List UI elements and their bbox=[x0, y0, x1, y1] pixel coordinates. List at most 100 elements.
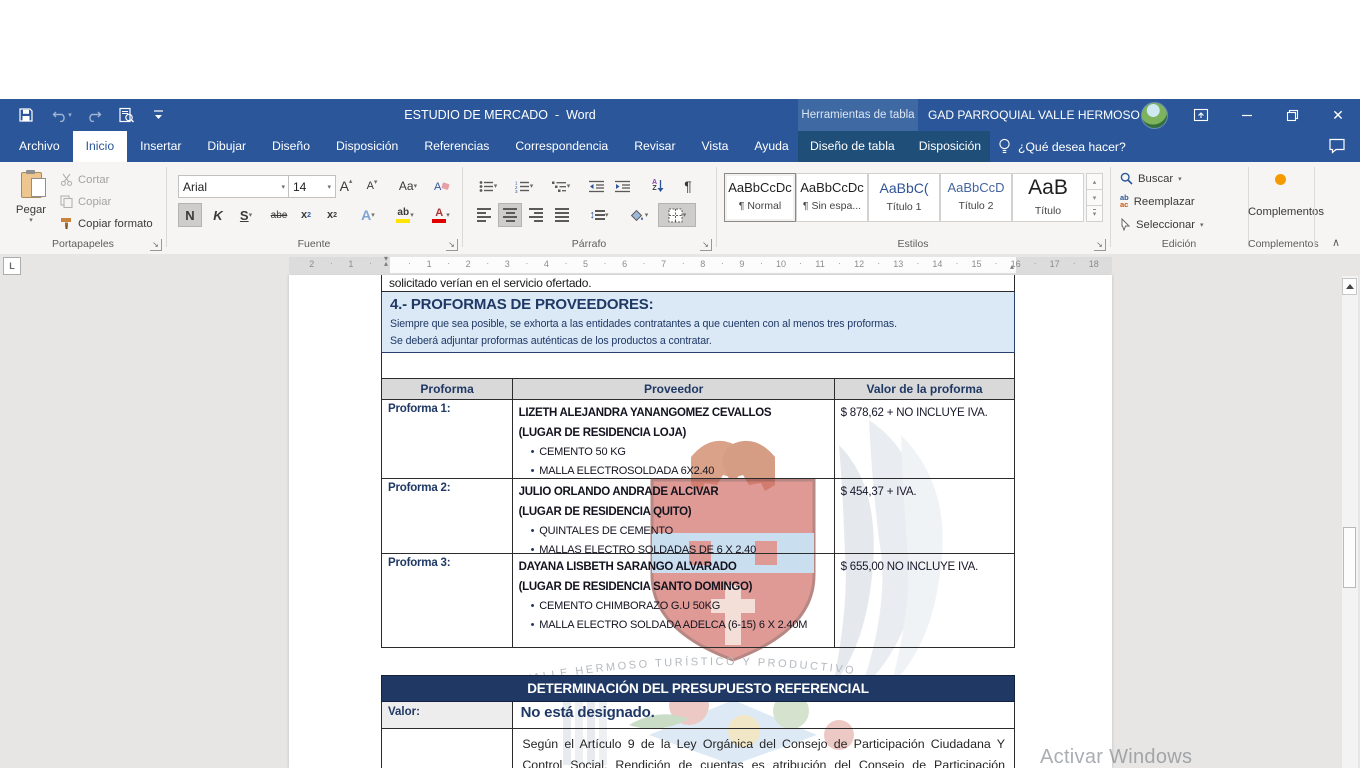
align-center-button[interactable] bbox=[498, 203, 522, 227]
tab-diseno[interactable]: Diseño bbox=[259, 131, 323, 162]
ruler-tick: · bbox=[369, 258, 372, 268]
text-effects-button[interactable]: A▾ bbox=[352, 203, 384, 227]
tab-vista[interactable]: Vista bbox=[689, 131, 742, 162]
restore-button[interactable] bbox=[1277, 103, 1307, 127]
ruler-tick: · bbox=[955, 258, 958, 268]
justify-button[interactable] bbox=[550, 203, 574, 227]
tab-correspondencia[interactable]: Correspondencia bbox=[502, 131, 621, 162]
grow-font-button[interactable]: A▴ bbox=[334, 174, 358, 198]
tab-ayuda[interactable]: Ayuda bbox=[741, 131, 801, 162]
feedback-icon[interactable] bbox=[1328, 137, 1346, 155]
styles-more-button[interactable]: ▾ bbox=[1086, 205, 1103, 222]
redo-button[interactable] bbox=[82, 104, 106, 126]
style-titulo-2[interactable]: AaBbCcDTítulo 2 bbox=[940, 173, 1012, 222]
font-family-combo[interactable]: Arial▾ bbox=[178, 175, 290, 198]
tab-stop-selector[interactable]: L bbox=[3, 257, 21, 275]
font-dialog-launcher[interactable]: ↘ bbox=[446, 239, 458, 251]
group-label-fuente: Fuente bbox=[166, 238, 462, 250]
show-marks-button[interactable]: ¶ bbox=[676, 174, 700, 198]
paste-button[interactable]: Pegar ▾ bbox=[8, 170, 54, 236]
increase-indent-button[interactable] bbox=[610, 174, 634, 198]
row2-item: •QUINTALES DE CEMENTO bbox=[519, 522, 828, 541]
undo-dropdown-icon[interactable]: ▾ bbox=[68, 111, 72, 119]
styles-scroll-up[interactable]: ▴ bbox=[1086, 173, 1103, 190]
save-icon[interactable] bbox=[14, 104, 38, 126]
tab-disposicion-tabla[interactable]: Disposición bbox=[907, 131, 993, 162]
font-color-button[interactable]: A ▾ bbox=[424, 203, 458, 227]
tell-me-box[interactable]: ¿Qué desea hacer? bbox=[998, 131, 1126, 162]
lightbulb-icon bbox=[998, 138, 1011, 155]
styles-dialog-launcher[interactable]: ↘ bbox=[1094, 239, 1106, 251]
close-button[interactable]: ✕ bbox=[1323, 103, 1353, 127]
italic-button[interactable]: K bbox=[206, 203, 230, 227]
align-left-button[interactable] bbox=[472, 203, 496, 227]
addins-button[interactable]: Complementos bbox=[1248, 172, 1312, 218]
paragraph-dialog-launcher[interactable]: ↘ bbox=[700, 239, 712, 251]
tab-disposicion[interactable]: Disposición bbox=[323, 131, 411, 162]
tab-archivo[interactable]: Archivo bbox=[6, 131, 73, 162]
tab-diseno-de-tabla[interactable]: Diseño de tabla bbox=[798, 131, 907, 162]
clear-formatting-button[interactable]: A bbox=[430, 174, 454, 198]
sort-arrow-icon bbox=[657, 180, 664, 192]
style-normal[interactable]: AaBbCcDc¶ Normal bbox=[724, 173, 796, 222]
paste-dropdown-icon[interactable]: ▾ bbox=[8, 216, 54, 224]
change-case-button[interactable]: Aa▾ bbox=[392, 174, 424, 198]
collapse-ribbon-button[interactable]: ∧ bbox=[1332, 236, 1340, 249]
multilevel-list-button[interactable]: ▾ bbox=[544, 174, 578, 198]
group-complementos: Complementos Complementos bbox=[1248, 162, 1312, 254]
scissors-icon bbox=[60, 173, 73, 186]
sort-button[interactable]: AZ bbox=[644, 174, 672, 198]
scrollbar-thumb[interactable] bbox=[1343, 527, 1356, 588]
styles-scroll-down[interactable]: ▾ bbox=[1086, 189, 1103, 206]
ruler-tick: · bbox=[682, 258, 685, 268]
print-preview-icon[interactable] bbox=[114, 104, 138, 126]
format-painter-button[interactable]: Copiar formato bbox=[60, 217, 153, 230]
borders-button[interactable]: ▾ bbox=[658, 203, 696, 227]
highlight-color-button[interactable]: ab ▾ bbox=[388, 203, 422, 227]
paint-bucket-icon bbox=[630, 209, 645, 222]
account-name[interactable]: GAD PARROQUIAL VALLE HERMOSO bbox=[928, 99, 1140, 131]
style-titulo-1[interactable]: AaBbC(Título 1 bbox=[868, 173, 940, 222]
align-right-button[interactable] bbox=[524, 203, 548, 227]
ribbon-display-options-icon[interactable] bbox=[1186, 103, 1216, 127]
copy-icon bbox=[60, 195, 73, 208]
find-button[interactable]: Buscar ▾ bbox=[1120, 172, 1182, 185]
scrollbar-up-button[interactable] bbox=[1342, 278, 1357, 295]
copy-label: Copiar bbox=[78, 196, 111, 208]
tab-revisar[interactable]: Revisar bbox=[621, 131, 688, 162]
subscript-button[interactable]: x2 bbox=[294, 203, 318, 227]
numbering-button[interactable]: 123 ▾ bbox=[508, 174, 540, 198]
superscript-button[interactable]: x2 bbox=[320, 203, 344, 227]
tab-inicio[interactable]: Inicio bbox=[73, 131, 127, 162]
replace-button[interactable]: abac Reemplazar bbox=[1120, 195, 1195, 208]
decrease-indent-button[interactable] bbox=[584, 174, 608, 198]
vertical-scrollbar[interactable] bbox=[1342, 276, 1358, 768]
style-sin-espaciado[interactable]: AaBbCcDc¶ Sin espa... bbox=[796, 173, 868, 222]
style-titulo[interactable]: AaBTítulo bbox=[1012, 173, 1084, 222]
bullets-button[interactable]: ▾ bbox=[472, 174, 504, 198]
group-portapapeles: Pegar ▾ Cortar Copiar Copiar formato Por… bbox=[0, 162, 166, 254]
tab-dibujar[interactable]: Dibujar bbox=[194, 131, 259, 162]
document-page[interactable]: VALLE HERMOSO TURÍSTICO Y PRODUCTIVO sol… bbox=[289, 275, 1112, 768]
line-spacing-button[interactable]: ↕ ▾ bbox=[582, 203, 616, 227]
select-button[interactable]: Seleccionar ▾ bbox=[1120, 218, 1204, 231]
underline-button[interactable]: S▾ bbox=[230, 203, 262, 227]
customize-qat-icon[interactable] bbox=[146, 104, 170, 126]
indent-marker-left[interactable]: ▾▴ bbox=[384, 256, 388, 266]
cut-label: Cortar bbox=[78, 174, 109, 186]
shading-button[interactable]: ▾ bbox=[622, 203, 656, 227]
tab-referencias[interactable]: Referencias bbox=[411, 131, 502, 162]
font-size-combo[interactable]: 14▾ bbox=[288, 175, 336, 198]
shrink-font-button[interactable]: A▾ bbox=[360, 174, 384, 198]
minimize-button[interactable] bbox=[1232, 103, 1262, 127]
determination-table: DETERMINACIÓN DEL PRESUPUESTO REFERENCIA… bbox=[381, 675, 1015, 768]
clipboard-dialog-launcher[interactable]: ↘ bbox=[150, 239, 162, 251]
strikethrough-button[interactable]: abe bbox=[264, 203, 294, 227]
bold-button[interactable]: N bbox=[178, 203, 202, 227]
tab-insertar[interactable]: Insertar bbox=[127, 131, 194, 162]
row2-label: Proforma 2: bbox=[382, 479, 513, 553]
avatar[interactable] bbox=[1141, 102, 1168, 129]
row1-label: Proforma 1: bbox=[382, 400, 513, 478]
undo-button[interactable]: ▾ bbox=[46, 104, 78, 126]
ruler[interactable]: ▾▴ ▴ 12345678910111213141516121718······… bbox=[289, 257, 1112, 273]
